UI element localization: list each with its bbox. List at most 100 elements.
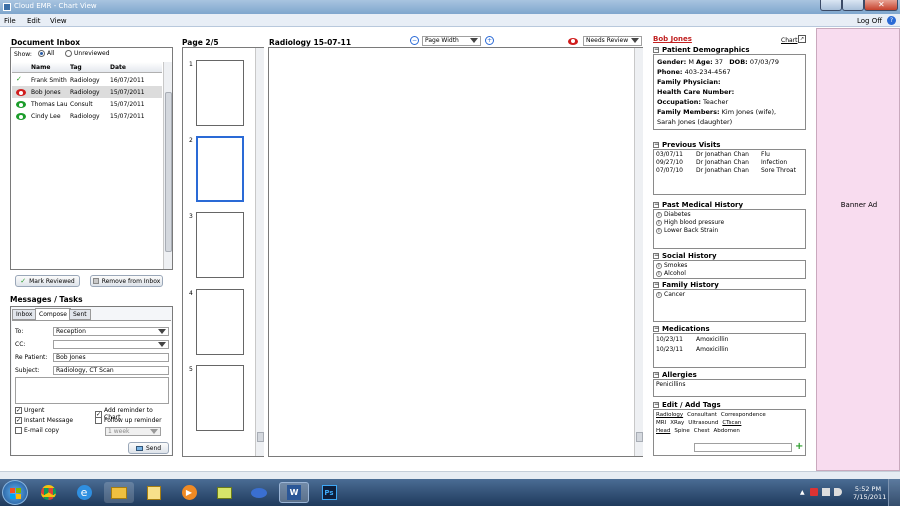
clock[interactable]: 5:52 PM 7/15/2011	[853, 485, 886, 501]
zoom-out-icon[interactable]: −	[410, 36, 419, 45]
inbox-row[interactable]: ✓ Frank Smith Radiology 16/07/2011	[12, 74, 162, 86]
page-thumbnail[interactable]	[196, 365, 244, 431]
viewer-scrollbar[interactable]	[634, 48, 643, 456]
col-tag[interactable]: Tag	[70, 64, 82, 71]
email-copy-checkbox[interactable]: E-mail copy	[15, 427, 59, 434]
zoom-in-icon[interactable]: +	[485, 36, 494, 45]
tag-chip[interactable]: Abdomen	[714, 428, 740, 434]
tab-sent[interactable]: Sent	[69, 309, 91, 320]
tag-chip[interactable]: Consultant	[687, 412, 717, 418]
medication-row[interactable]: 10/23/11 Amoxicillin	[656, 335, 803, 345]
history-item[interactable]: i Smokes	[656, 262, 803, 270]
libraries-taskbar-icon[interactable]	[139, 482, 169, 503]
message-body-textarea[interactable]	[15, 377, 169, 404]
inbox-scroll-thumb[interactable]	[165, 92, 172, 252]
viewer-scroll-thumb[interactable]	[636, 432, 643, 442]
subject-field[interactable]: Radiology, CT Scan	[53, 366, 169, 375]
followup-checkbox[interactable]: Follow up reminder	[95, 417, 162, 424]
chrome-taskbar-icon[interactable]	[33, 482, 63, 503]
col-name[interactable]: Name	[31, 64, 50, 71]
visit-row[interactable]: 07/07/10 Dr Jonathan Chan Sore Throat	[656, 167, 803, 175]
patient-name-link[interactable]: Bob Jones	[653, 35, 692, 43]
tag-chip[interactable]: Ultrasound	[688, 420, 718, 426]
notes-taskbar-icon[interactable]	[209, 482, 239, 503]
tab-inbox[interactable]: Inbox	[12, 309, 37, 320]
cc-select[interactable]	[53, 340, 169, 349]
remove-inbox-button[interactable]: Remove from Inbox	[90, 275, 163, 287]
explorer-taskbar-icon[interactable]	[104, 482, 134, 503]
tag-chip[interactable]: CTscan	[722, 420, 741, 426]
inbox-row[interactable]: Cindy Lee Radiology 15/07/2011	[12, 110, 162, 122]
thumbnail-scroll-thumb[interactable]	[257, 432, 264, 442]
network-taskbar-icon[interactable]	[244, 482, 274, 503]
word-taskbar-icon[interactable]: W	[279, 482, 309, 503]
filter-all-radio[interactable]: All	[38, 50, 54, 57]
tab-compose[interactable]: Compose	[35, 308, 72, 320]
page-thumbnail[interactable]	[196, 212, 244, 278]
history-item[interactable]: i High blood pressure	[656, 219, 803, 227]
logoff-link[interactable]: Log Off	[857, 17, 882, 25]
instant-message-checkbox[interactable]: ✓ Instant Message	[15, 417, 73, 424]
menu-view[interactable]: View	[50, 17, 67, 25]
visit-row[interactable]: 03/07/11 Dr Jonathan Chan Flu	[656, 151, 803, 159]
repatient-field[interactable]: Bob Jones	[53, 353, 169, 362]
thumbnail-scrollbar[interactable]	[255, 48, 264, 456]
send-button[interactable]: Send	[128, 442, 169, 454]
zoom-select[interactable]: Page Width	[422, 36, 481, 46]
page-thumbnail[interactable]	[196, 289, 244, 355]
urgent-checkbox[interactable]: ✓ Urgent	[15, 407, 44, 414]
family-history-header[interactable]: − Family History	[653, 280, 806, 289]
tags-header[interactable]: − Edit / Add Tags	[653, 400, 806, 409]
media-taskbar-icon[interactable]: ▶	[174, 482, 204, 503]
inbox-scrollbar[interactable]	[163, 62, 172, 269]
demographics-header[interactable]: − Patient Demographics	[653, 45, 806, 54]
tag-chip[interactable]: Spine	[674, 428, 689, 434]
volume-icon[interactable]	[834, 488, 842, 496]
start-button[interactable]	[2, 480, 28, 505]
tag-chip[interactable]: Correspondence	[721, 412, 766, 418]
banner-ad[interactable]: Banner Ad	[816, 28, 900, 471]
filter-unreviewed-radio[interactable]: Unreviewed	[65, 50, 110, 57]
history-item[interactable]: i Lower Back Strain	[656, 227, 803, 235]
document-viewer[interactable]	[268, 47, 643, 457]
action-center-icon[interactable]	[810, 488, 818, 496]
medications-header[interactable]: − Medications	[653, 324, 806, 333]
tag-chip[interactable]: Radiology	[656, 412, 683, 418]
mark-reviewed-button[interactable]: ✓ Mark Reviewed	[15, 275, 80, 287]
minimize-button[interactable]	[820, 0, 842, 11]
tag-chip[interactable]: Head	[656, 428, 670, 434]
photoshop-taskbar-icon[interactable]: Ps	[314, 482, 344, 503]
visits-header[interactable]: − Previous Visits	[653, 140, 806, 149]
page-thumbnail-selected[interactable]	[196, 136, 244, 202]
medication-row[interactable]: 10/23/11 Amoxicillin	[656, 345, 803, 355]
review-status-select[interactable]: Needs Review	[583, 36, 642, 46]
inbox-row[interactable]: Thomas Lau Consult 15/07/2011	[12, 98, 162, 110]
visit-row[interactable]: 09/27/10 Dr Jonathan Chan Infection	[656, 159, 803, 167]
history-item[interactable]: i Cancer	[656, 291, 803, 299]
close-button[interactable]: ✕	[864, 0, 898, 11]
followup-period-select[interactable]: 1 week	[105, 427, 161, 436]
pmh-header[interactable]: − Past Medical History	[653, 200, 806, 209]
external-link-icon[interactable]: ↗	[798, 35, 806, 43]
add-tag-icon[interactable]: +	[795, 442, 803, 452]
tag-chip[interactable]: XRay	[670, 420, 684, 426]
ie-taskbar-icon[interactable]: e	[69, 482, 99, 503]
new-tag-input[interactable]	[694, 443, 792, 452]
menu-file[interactable]: File	[4, 17, 16, 25]
social-header[interactable]: − Social History	[653, 251, 806, 260]
maximize-button[interactable]	[842, 0, 864, 11]
tray-expand-icon[interactable]: ▲	[800, 489, 805, 496]
history-item[interactable]: i Diabetes	[656, 211, 803, 219]
inbox-row[interactable]: Bob Jones Radiology 15/07/2011	[12, 86, 162, 98]
allergies-header[interactable]: − Allergies	[653, 370, 806, 379]
show-desktop-button[interactable]	[888, 479, 900, 506]
help-icon[interactable]: ?	[887, 16, 896, 25]
network-tray-icon[interactable]	[822, 488, 830, 496]
chart-link[interactable]: Chart	[781, 37, 798, 44]
tag-chip[interactable]: MRI	[656, 420, 666, 426]
history-item[interactable]: i Alcohol	[656, 270, 803, 278]
menu-edit[interactable]: Edit	[27, 17, 41, 25]
to-select[interactable]: Reception	[53, 327, 169, 336]
col-date[interactable]: Date	[110, 64, 126, 71]
tag-chip[interactable]: Chest	[694, 428, 710, 434]
